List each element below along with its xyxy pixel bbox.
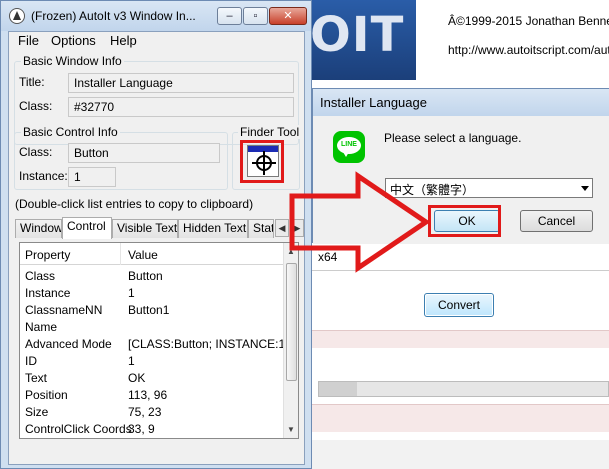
output-band (300, 330, 609, 348)
cancel-button[interactable]: Cancel (520, 210, 593, 232)
banner-text: OIT (310, 7, 405, 63)
menu-file[interactable]: File (18, 33, 39, 48)
property-name: ControlClick Coords (25, 422, 132, 436)
progress-bar-fill (319, 382, 357, 396)
language-select[interactable]: 中文（繁體字） (385, 178, 593, 198)
property-name: ID (25, 354, 37, 368)
property-name: Size (25, 405, 49, 419)
scroll-down-icon[interactable]: ▼ (287, 425, 295, 434)
property-value: 1 (128, 286, 135, 300)
table-row[interactable]: Text OK (20, 370, 283, 387)
property-name: Text (25, 371, 48, 385)
column-header-value[interactable]: Value (128, 248, 158, 262)
control-class-label: Class: (19, 145, 53, 159)
architecture-label: x64 (318, 250, 338, 264)
window-title: (Frozen) AutoIt v3 Window In... (31, 9, 196, 23)
output-band (300, 404, 609, 432)
table-row[interactable]: Size 75, 23 (20, 404, 283, 421)
dialog-title: Installer Language (320, 95, 427, 110)
footer-band (300, 440, 609, 469)
table-row[interactable]: ControlClick Coords 33, 9 (20, 421, 283, 438)
clipboard-hint: (Double-click list entries to copy to cl… (15, 197, 254, 211)
vertical-scrollbar[interactable]: ▲ ▼ (283, 243, 298, 438)
tab-visible-text[interactable]: Visible Text (112, 219, 178, 238)
title-field[interactable]: Installer Language (68, 73, 294, 93)
scroll-up-icon[interactable]: ▲ (287, 247, 295, 256)
property-value: Button1 (128, 303, 170, 317)
menu-bar: File Options Help (9, 32, 304, 50)
property-name: Class (25, 269, 56, 283)
autoit-window-info: (Frozen) AutoIt v3 Window In... – ▫ ✕ Fi… (0, 0, 312, 469)
language-select-value: 中文（繁體字） (390, 183, 475, 197)
table-row[interactable]: Instance 1 (20, 285, 283, 302)
close-button[interactable]: ✕ (269, 7, 307, 25)
info-tabs: Window Control Visible Text Hidden Text … (15, 217, 305, 239)
group-legend: Basic Window Info (21, 54, 124, 68)
window-titlebar[interactable]: (Frozen) AutoIt v3 Window In... – ▫ ✕ (1, 1, 311, 31)
property-name: Advanced Mode (25, 337, 112, 351)
table-row[interactable]: ID 1 (20, 353, 283, 370)
progress-bar (318, 381, 609, 397)
property-value: 1 (128, 354, 135, 368)
property-name: ClassnameNN (25, 303, 103, 317)
property-value: Button (128, 269, 163, 283)
copyright-text: Â©1999-2015 Jonathan Bennett (448, 14, 609, 28)
table-row[interactable]: Advanced Mode [CLASS:Button; INSTANCE:1] (20, 336, 289, 353)
property-value: OK (128, 371, 146, 385)
maximize-button[interactable]: ▫ (243, 7, 268, 25)
ok-button-highlight (428, 205, 501, 237)
property-name: Name (25, 320, 58, 334)
divider (300, 270, 609, 271)
table-row[interactable]: ClassnameNN Button1 (20, 302, 283, 319)
window-class-field[interactable]: #32770 (68, 97, 294, 117)
autoit-banner-logo: OIT (300, 0, 416, 80)
property-name: Instance (25, 286, 71, 300)
line-app-icon: LINE (333, 131, 365, 163)
minimize-button[interactable]: – (217, 7, 242, 25)
table-row[interactable]: Position 113, 96 (20, 387, 283, 404)
autoit-app-icon (9, 8, 25, 24)
tab-status[interactable]: Stat (248, 219, 274, 238)
property-value: 113, 96 (128, 388, 168, 402)
instance-label: Instance: (19, 169, 68, 183)
dialog-titlebar[interactable]: Installer Language (313, 89, 609, 116)
scroll-thumb[interactable] (286, 263, 297, 381)
tab-control[interactable]: Control (62, 217, 112, 239)
basic-control-info-group: Basic Control Info Class: Button Instanc… (14, 125, 228, 190)
property-value: 75, 23 (128, 405, 162, 419)
tab-hidden-text[interactable]: Hidden Text (178, 219, 248, 238)
line-icon-text: LINE (341, 141, 357, 148)
instance-field[interactable]: 1 (68, 167, 116, 187)
chevron-down-icon[interactable] (581, 186, 589, 191)
menu-options[interactable]: Options (51, 33, 96, 48)
table-row[interactable]: Class Button (20, 268, 283, 285)
menu-help[interactable]: Help (110, 33, 137, 48)
language-prompt: Please select a language. (384, 131, 522, 145)
finder-tool-highlight (240, 140, 284, 183)
tab-scroll-left-icon[interactable]: ◀ (275, 219, 289, 237)
website-url[interactable]: http://www.autoitscript.com/auto (448, 43, 609, 57)
tab-scroll-right-icon[interactable]: ▶ (290, 219, 304, 237)
property-name: Position (25, 388, 68, 402)
column-header-property[interactable]: Property (25, 248, 70, 262)
title-label: Title: (19, 75, 45, 89)
tab-window[interactable]: Window (15, 219, 62, 238)
convert-button[interactable]: Convert (424, 293, 494, 317)
property-value: [CLASS:Button; INSTANCE:1] (128, 337, 289, 351)
table-row[interactable]: Name (20, 319, 283, 336)
class-label: Class: (19, 99, 53, 113)
group-legend: Finder Tool (238, 125, 302, 139)
control-class-field[interactable]: Button (68, 143, 220, 163)
list-header: Property Value (20, 243, 283, 265)
property-value: 33, 9 (128, 422, 155, 436)
control-properties-list[interactable]: Property Value Class Button Instance 1 Class… (19, 242, 299, 439)
group-legend: Basic Control Info (21, 125, 120, 139)
